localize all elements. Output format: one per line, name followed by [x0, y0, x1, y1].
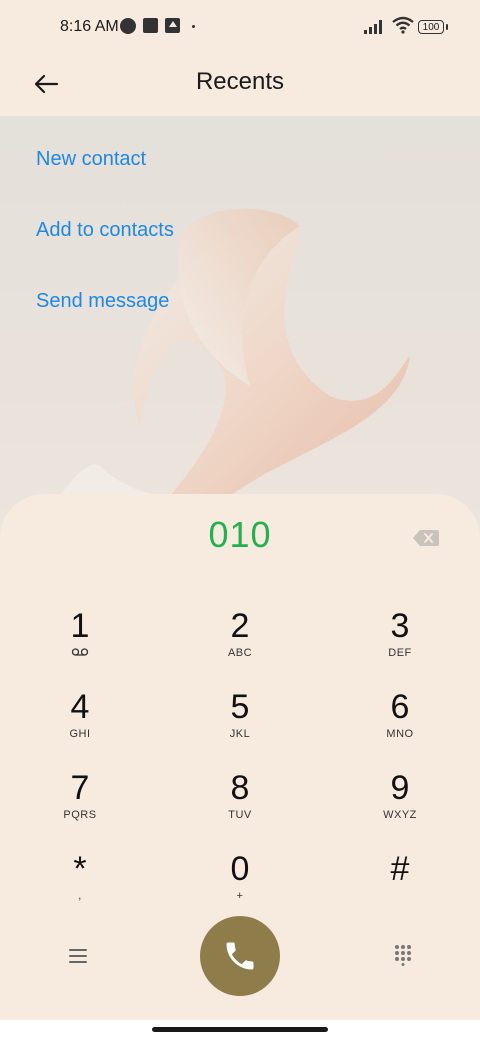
signal-icon	[364, 20, 382, 34]
system-nav-bar	[0, 1020, 480, 1040]
key-letters: +	[236, 890, 244, 902]
new-contact-link[interactable]: New contact	[36, 148, 146, 171]
key-4[interactable]: 4 GHI	[20, 688, 140, 760]
key-digit: 3	[390, 607, 410, 645]
key-letters: GHI	[69, 728, 91, 740]
upload-icon	[165, 18, 180, 33]
key-digit: 1	[70, 607, 90, 645]
home-indicator[interactable]	[152, 1027, 328, 1032]
key-digit: 5	[230, 688, 250, 726]
key-digit: 6	[390, 688, 410, 726]
key-digit: *	[73, 850, 87, 888]
menu-button[interactable]	[62, 942, 94, 970]
key-7[interactable]: 7 PQRS	[20, 769, 140, 841]
key-digit: 9	[390, 769, 410, 807]
key-hash[interactable]: #	[340, 850, 460, 922]
battery-icon: 100	[418, 20, 448, 34]
key-digit: 0	[230, 850, 250, 888]
keypad-toggle-button[interactable]	[388, 940, 418, 970]
key-9[interactable]: 9 WXYZ	[340, 769, 460, 841]
key-letters: MNO	[386, 728, 414, 740]
key-8[interactable]: 8 TUV	[180, 769, 300, 841]
key-2[interactable]: 2 ABC	[180, 607, 300, 679]
key-5[interactable]: 5 JKL	[180, 688, 300, 760]
key-letters: ,	[78, 890, 82, 902]
notification-square-icon	[143, 18, 158, 33]
key-digit: 7	[70, 769, 90, 807]
menu-icon	[69, 949, 87, 963]
vpn-icon	[120, 18, 136, 34]
key-letters: PQRS	[63, 809, 97, 821]
key-1[interactable]: 1	[20, 607, 140, 679]
status-bar: 8:16 AM 100	[0, 0, 480, 56]
app-header: Recents	[0, 56, 480, 116]
phone-icon	[226, 942, 254, 970]
key-star[interactable]: * ,	[20, 850, 140, 922]
key-letters: DEF	[388, 647, 412, 659]
wallpaper-art	[60, 208, 410, 496]
backspace-icon[interactable]	[412, 528, 440, 548]
key-digit: #	[390, 850, 410, 888]
voicemail-icon	[20, 647, 140, 661]
call-button[interactable]	[200, 916, 280, 996]
key-digit: 2	[230, 607, 250, 645]
key-digit: 8	[230, 769, 250, 807]
page-title: Recents	[195, 68, 285, 95]
key-letters	[340, 890, 460, 904]
dot-icon	[192, 25, 195, 28]
keypad-icon	[395, 945, 411, 966]
status-time: 8:16 AM	[60, 18, 119, 35]
dialed-number[interactable]: 010	[0, 514, 480, 556]
key-letters: WXYZ	[383, 809, 417, 821]
wifi-icon	[392, 16, 414, 34]
key-letters: JKL	[229, 728, 251, 740]
wallpaper: New contact Add to contacts Send message	[0, 116, 480, 536]
key-letters: TUV	[228, 809, 252, 821]
send-message-link[interactable]: Send message	[36, 290, 169, 313]
key-letters: ABC	[227, 647, 253, 659]
key-3[interactable]: 3 DEF	[340, 607, 460, 679]
key-0[interactable]: 0 +	[180, 850, 300, 922]
dialpad-sheet: 010 1 2 ABC 3 DEF 4 GHI 5 JKL 6 MNO 7 PQ…	[0, 494, 480, 1020]
add-to-contacts-link[interactable]: Add to contacts	[36, 219, 174, 242]
key-6[interactable]: 6 MNO	[340, 688, 460, 760]
key-digit: 4	[70, 688, 90, 726]
